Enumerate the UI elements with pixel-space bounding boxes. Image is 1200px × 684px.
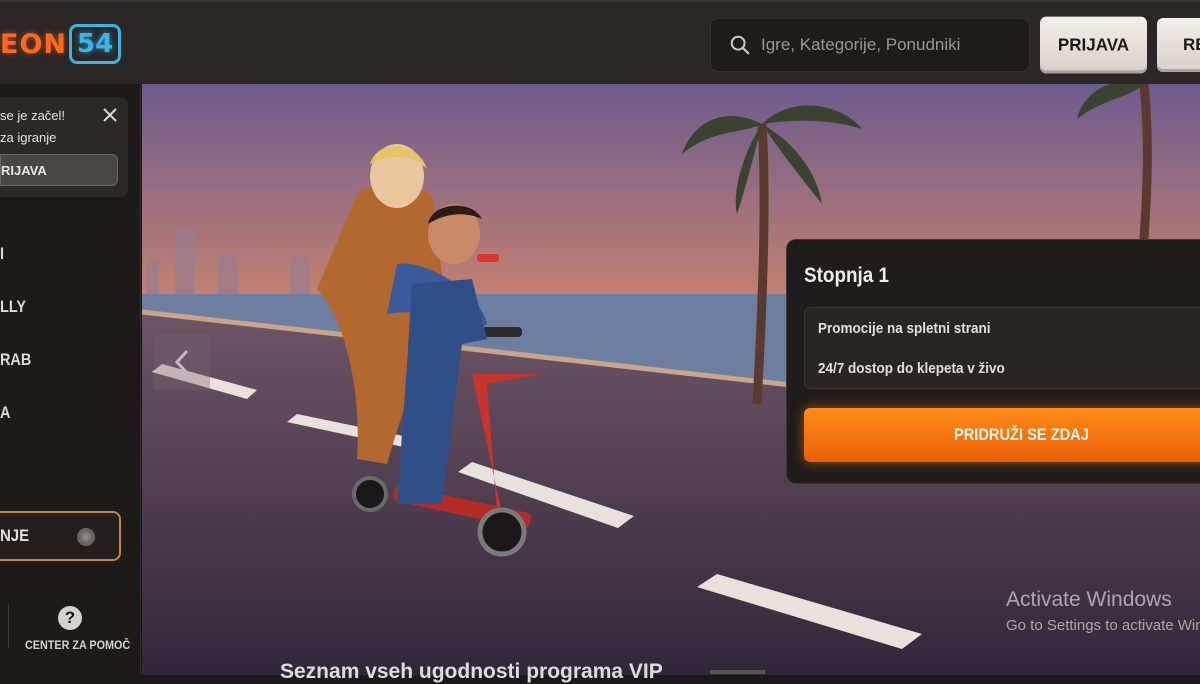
register-button-label: RE [1183, 35, 1200, 54]
sidebar: se je začel! za igranje RIJAVA I LLY RAB… [0, 84, 141, 675]
vip-benefits-list: Promocije na spletni strani 24/7 dostop … [804, 307, 1200, 389]
language-label: NJE [0, 526, 30, 545]
vip-level-title: Stopnja 1 [804, 264, 890, 287]
watermark-title: Activate Windows [1006, 588, 1172, 611]
login-button-label: PRIJAVA [1057, 34, 1130, 55]
sidebar-item-1[interactable]: I [0, 244, 4, 264]
brand-logo[interactable]: EON 54 [0, 20, 122, 68]
section-heading: Seznam vseh ugodnosti programa VIP [280, 660, 663, 683]
notice-line-2: za igranje [0, 130, 57, 145]
notice-login-button[interactable]: RIJAVA [0, 154, 118, 186]
notice-login-label: RIJAVA [1, 162, 47, 178]
welcome-notice: se je začel! za igranje RIJAVA [0, 97, 128, 197]
language-selector[interactable]: NJE [0, 511, 121, 561]
join-now-button[interactable]: PRIDRUŽI SE ZDAJ [804, 408, 1200, 462]
logo-number: 54 [69, 24, 122, 64]
vip-level-card: Stopnja 1 Promocije na spletni strani 24… [786, 239, 1200, 484]
top-bar: EON 54 PRIJAVA RE [0, 0, 1200, 84]
register-button[interactable]: RE [1157, 18, 1200, 72]
vip-benefit-item: 24/7 dostop do klepeta v živo [818, 360, 1005, 377]
close-icon[interactable] [102, 107, 118, 123]
carousel-prev-button[interactable] [154, 334, 210, 390]
vip-benefit-item: Promocije na spletni strani [818, 320, 991, 337]
login-button[interactable]: PRIJAVA [1040, 16, 1147, 74]
search-box[interactable] [710, 18, 1030, 72]
help-center-link[interactable]: ? CENTER ZA POMOČ [20, 606, 131, 652]
search-icon [730, 35, 750, 55]
help-center-label: CENTER ZA POMOČ [25, 638, 131, 652]
sidebar-item-3[interactable]: RAB [0, 350, 31, 370]
search-input[interactable] [761, 35, 1011, 55]
help-icon: ? [58, 606, 82, 630]
watermark-subtitle: Go to Settings to activate Windows. [1006, 617, 1200, 634]
notice-line-1: se je začel! [0, 108, 66, 123]
chevron-left-icon [174, 349, 189, 375]
sidebar-item-2[interactable]: LLY [0, 297, 26, 317]
join-now-label: PRIDRUŽI SE ZDAJ [954, 425, 1089, 444]
sidebar-item-4[interactable]: A [0, 403, 10, 423]
language-flag-icon [77, 528, 95, 546]
scroll-indicator [710, 670, 765, 674]
divider [8, 604, 9, 648]
logo-text: EON [0, 28, 67, 60]
windows-activation-watermark: Activate Windows Go to Settings to activ… [1006, 588, 1200, 634]
